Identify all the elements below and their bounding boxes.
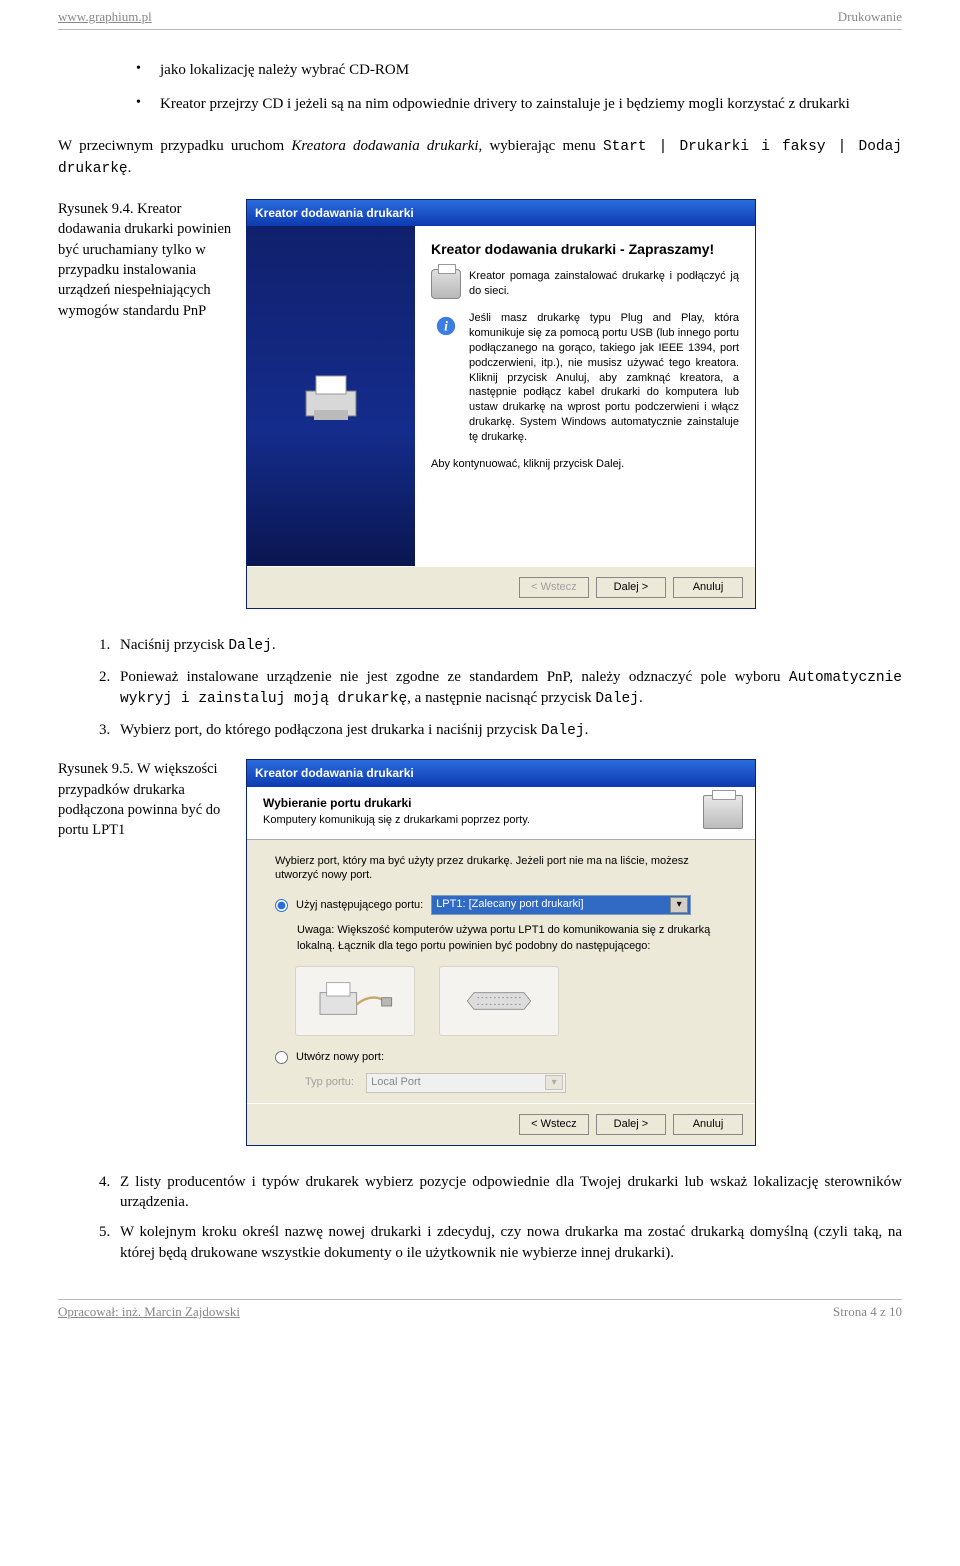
next-button[interactable]: Dalej > [596,577,666,598]
steps-list-b: Z listy producentów i typów drukarek wyb… [58,1172,902,1263]
back-button[interactable]: < Wstecz [519,1114,589,1135]
page-footer: Opracował: inż. Marcin Zajdowski Strona … [58,1299,902,1324]
figure-caption: Rysunek 9.4. Kreator dodawania drukarki … [58,199,236,321]
cancel-button[interactable]: Anuluj [673,577,743,598]
printer-icon [431,269,461,299]
wizard-heading: Kreator dodawania drukarki - Zapraszamy! [431,240,739,259]
new-port-radio-row: Utwórz nowy port: [275,1050,735,1065]
paragraph: W przeciwnym przypadku uruchom Kreatora … [58,136,902,179]
new-port-radio[interactable] [275,1051,288,1064]
wizard-port-select: Kreator dodawania drukarki Wybieranie po… [246,759,756,1145]
port-type-select: Local Port [366,1073,566,1093]
printer-connector-icon [295,966,415,1036]
use-port-label: Użyj następującego portu: [296,898,423,913]
author-label: Opracował: inż. Marcin Zajdowski [58,1303,240,1321]
printer-hero-icon [296,366,366,426]
use-port-radio[interactable] [275,899,288,912]
new-port-label: Utwórz nowy port: [296,1050,384,1065]
bullet-list: jako lokalizację należy wybrać CD-ROM Kr… [58,60,902,115]
wizard-titlebar: Kreator dodawania drukarki [247,760,755,786]
steps-list-a: Naciśnij przycisk Dalej. Ponieważ instal… [58,635,902,741]
port-type-label: Typ portu: [305,1076,354,1088]
figure-9-5: Rysunek 9.5. W większości przypadków dru… [58,759,902,1145]
wizard-titlebar: Kreator dodawania drukarki [247,200,755,226]
wizard-continue-hint: Aby kontynuować, kliknij przycisk Dalej. [431,457,739,472]
wizard-desc: Kreator pomaga zainstalować drukarkę i p… [469,269,739,299]
page-number: Strona 4 z 10 [833,1303,902,1321]
step-item: W kolejnym kroku określ nazwę nowej druk… [114,1222,902,1263]
wizard-intro: Wybierz port, który ma być użyty przez d… [275,854,735,884]
wizard-welcome: Kreator dodawania drukarki Kreator dodaw… [246,199,756,609]
wizard-info-text: Jeśli masz drukarkę typu Plug and Play, … [469,311,739,445]
use-port-radio-row: Użyj następującego portu: LPT1: [Zalecan… [275,895,735,915]
bullet-item: jako lokalizację należy wybrać CD-ROM [136,60,902,80]
port-select[interactable]: LPT1: [Zalecany port drukarki] [431,895,691,915]
page-header: www.graphium.pl Drukowanie [58,8,902,30]
figure-caption: Rysunek 9.5. W większości przypadków dru… [58,759,236,840]
back-button: < Wstecz [519,577,589,598]
section-label: Drukowanie [838,8,902,26]
step-item: Z listy producentów i typów drukarek wyb… [114,1172,902,1213]
wizard-hero-pane [247,226,415,566]
printer-icon [703,795,743,829]
cancel-button[interactable]: Anuluj [673,1114,743,1135]
parallel-connector-icon [439,966,559,1036]
svg-text:i: i [444,319,448,334]
wizard-button-bar: < Wstecz Dalej > Anuluj [247,566,755,608]
step-item: Naciśnij przycisk Dalej. [114,635,902,657]
step-item: Ponieważ instalowane urządzenie nie jest… [114,667,902,710]
info-icon: i [431,311,461,341]
wizard-button-bar: < Wstecz Dalej > Anuluj [247,1103,755,1145]
connector-illustrations [295,966,735,1036]
wizard-header-subtitle: Komputery komunikują się z drukarkami po… [263,813,530,828]
site-link[interactable]: www.graphium.pl [58,8,152,26]
wizard-header-title: Wybieranie portu drukarki [263,795,530,811]
figure-9-4: Rysunek 9.4. Kreator dodawania drukarki … [58,199,902,609]
port-note: Uwaga: Większość komputerów używa portu … [297,923,717,954]
bullet-item: Kreator przejrzy CD i jeżeli są na nim o… [136,94,902,114]
next-button[interactable]: Dalej > [596,1114,666,1135]
step-item: Wybierz port, do którego podłączona jest… [114,720,902,742]
